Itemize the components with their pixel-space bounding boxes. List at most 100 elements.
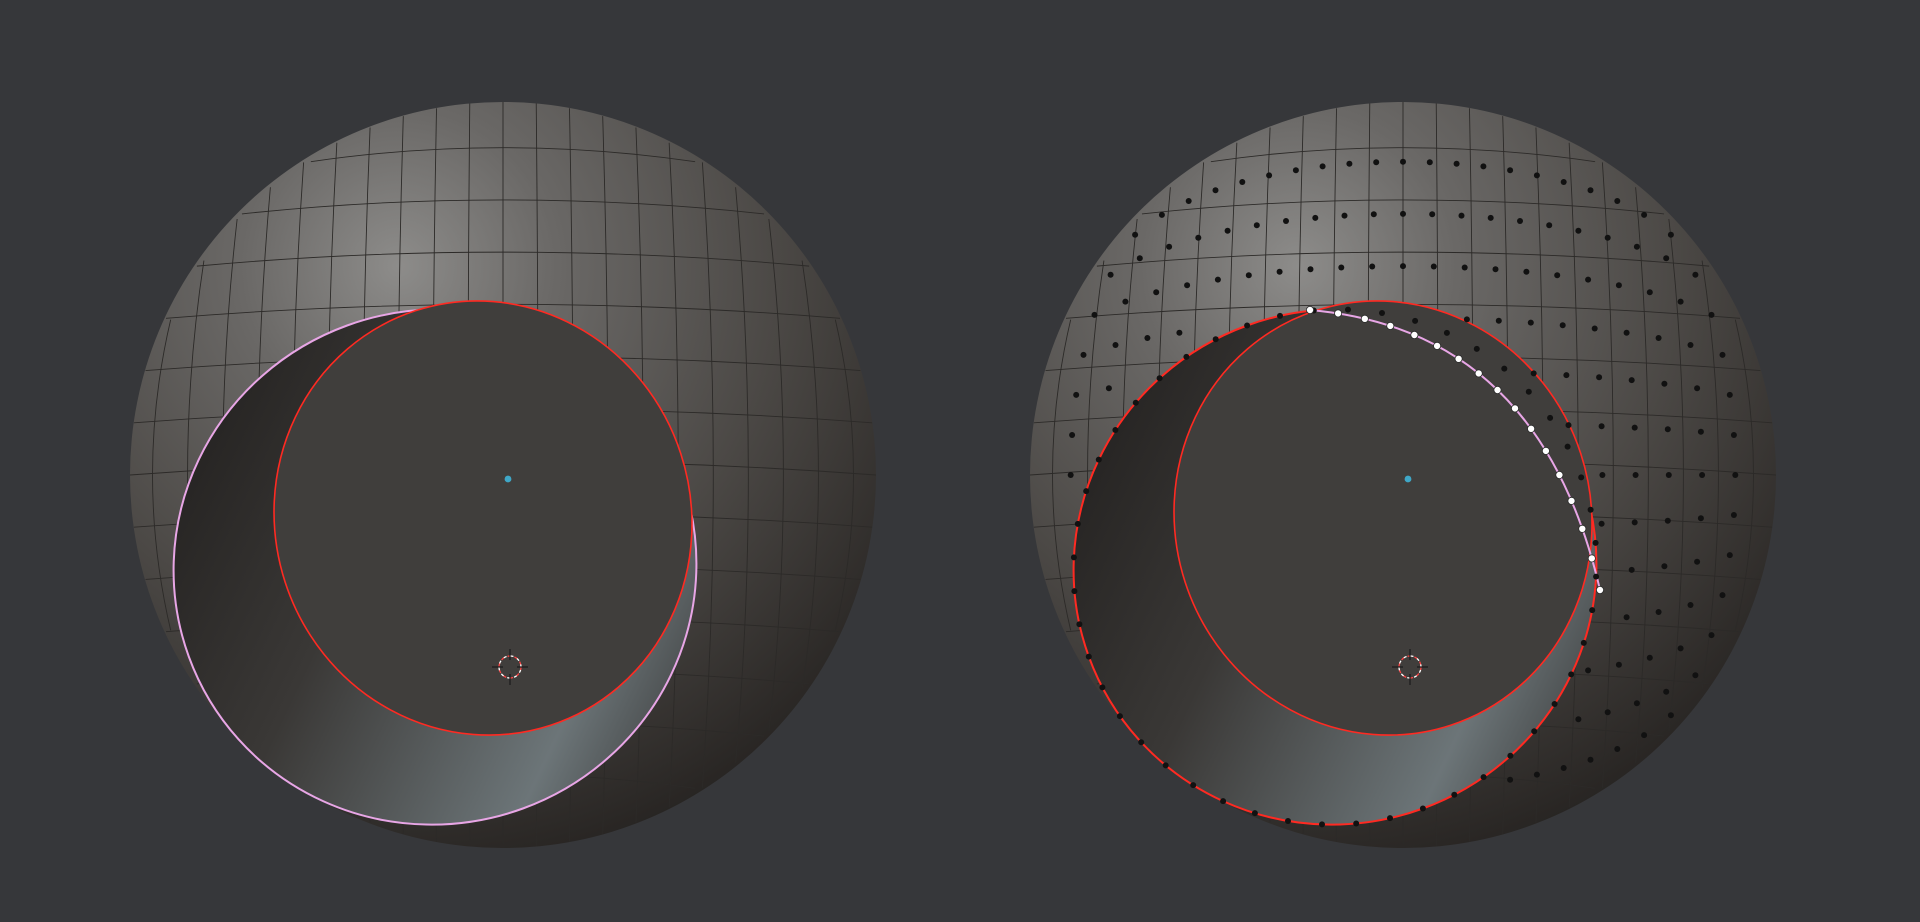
mesh-vertex[interactable] — [1136, 255, 1143, 262]
mesh-vertex[interactable] — [1239, 179, 1246, 185]
mesh-vertex[interactable] — [1338, 264, 1345, 271]
mesh-vertex[interactable] — [1480, 163, 1487, 170]
mesh-vertex[interactable] — [1615, 282, 1622, 289]
mesh-vertex[interactable] — [1726, 391, 1733, 398]
mesh-vertex[interactable] — [1628, 377, 1635, 384]
mesh-vertex[interactable] — [1661, 563, 1668, 570]
mesh-vertex[interactable] — [1507, 776, 1514, 783]
mesh-vertex[interactable] — [1073, 391, 1080, 398]
selected-vertex[interactable] — [1541, 446, 1550, 455]
mesh-vertex[interactable] — [1166, 243, 1173, 250]
mesh-vertex[interactable] — [1677, 298, 1684, 305]
rim-vertex[interactable] — [1419, 805, 1426, 812]
mesh-vertex[interactable] — [1641, 211, 1648, 218]
mesh-vertex[interactable] — [1091, 311, 1098, 318]
selected-vertex[interactable] — [1433, 341, 1442, 350]
mesh-vertex[interactable] — [1523, 268, 1530, 275]
mesh-vertex[interactable] — [1144, 335, 1151, 341]
selected-vertex[interactable] — [1360, 314, 1369, 323]
mesh-vertex[interactable] — [1719, 351, 1726, 358]
mesh-vertex[interactable] — [1067, 472, 1074, 478]
mesh-vertex[interactable] — [1487, 214, 1494, 221]
rim-vertex[interactable] — [1244, 322, 1251, 329]
mesh-vertex[interactable] — [1667, 231, 1674, 238]
mesh-vertex[interactable] — [1426, 159, 1433, 166]
rim-vertex[interactable] — [1345, 306, 1351, 313]
mesh-vertex[interactable] — [1122, 298, 1129, 305]
selected-vertex[interactable] — [1596, 586, 1605, 595]
mesh-vertex[interactable] — [1646, 289, 1653, 296]
mesh-vertex[interactable] — [1369, 263, 1376, 270]
mesh-vertex[interactable] — [1632, 472, 1639, 478]
mesh-vertex[interactable] — [1400, 263, 1406, 270]
mesh-vertex[interactable] — [1080, 351, 1087, 358]
rim-vertex[interactable] — [1116, 713, 1123, 720]
mesh-vertex[interactable] — [1245, 272, 1252, 279]
mesh-vertex[interactable] — [1599, 472, 1606, 478]
mesh-vertex[interactable] — [1687, 342, 1694, 348]
mesh-vertex[interactable] — [1665, 472, 1672, 478]
mesh-vertex[interactable] — [1560, 765, 1567, 771]
rim-vertex[interactable] — [1156, 375, 1163, 382]
rim-vertex[interactable] — [1162, 762, 1169, 769]
mesh-vertex[interactable] — [1664, 426, 1671, 433]
mesh-vertex[interactable] — [1633, 700, 1640, 707]
mesh-vertex[interactable] — [1633, 243, 1640, 250]
selected-vertex[interactable] — [1578, 524, 1587, 533]
mesh-vertex[interactable] — [1694, 558, 1701, 565]
mesh-vertex[interactable] — [1276, 268, 1283, 275]
mesh-vertex[interactable] — [1185, 198, 1192, 204]
mesh-vertex[interactable] — [1370, 211, 1377, 218]
mesh-vertex[interactable] — [1667, 712, 1674, 719]
mesh-vertex[interactable] — [1132, 231, 1139, 238]
rim-vertex[interactable] — [1070, 554, 1077, 561]
rim-vertex[interactable] — [1451, 791, 1458, 798]
mesh-vertex[interactable] — [1615, 661, 1622, 668]
rim-vertex[interactable] — [1251, 810, 1258, 817]
mesh-vertex[interactable] — [1585, 276, 1592, 283]
rim-vertex[interactable] — [1525, 388, 1532, 395]
mesh-vertex[interactable] — [1719, 592, 1726, 599]
mesh-vertex[interactable] — [1623, 329, 1630, 336]
mesh-vertex[interactable] — [1732, 472, 1739, 478]
mesh-vertex[interactable] — [1214, 276, 1221, 283]
rim-vertex[interactable] — [1564, 443, 1571, 450]
rim-vertex[interactable] — [1074, 520, 1081, 527]
mesh-vertex[interactable] — [1266, 172, 1273, 179]
mesh-vertex[interactable] — [1533, 172, 1540, 179]
mesh-vertex[interactable] — [1105, 385, 1112, 392]
mesh-vertex[interactable] — [1677, 645, 1684, 652]
mesh-vertex[interactable] — [1596, 374, 1603, 381]
selected-vertex[interactable] — [1567, 496, 1576, 505]
mesh-vertex[interactable] — [1697, 428, 1704, 435]
mesh-vertex[interactable] — [1530, 370, 1537, 377]
rim-vertex[interactable] — [1095, 456, 1102, 463]
rim-vertex[interactable] — [1501, 365, 1508, 372]
mesh-vertex[interactable] — [1533, 771, 1540, 778]
mesh-vertex[interactable] — [1598, 520, 1605, 527]
rim-vertex[interactable] — [1507, 752, 1514, 759]
mesh-vertex[interactable] — [1631, 424, 1638, 431]
mesh-vertex[interactable] — [1575, 227, 1582, 234]
mesh-vertex[interactable] — [1565, 422, 1572, 429]
right-sphere-mesh[interactable] — [1001, 102, 1776, 898]
mesh-vertex[interactable] — [1373, 159, 1380, 166]
rim-vertex[interactable] — [1587, 506, 1594, 513]
rim-vertex[interactable] — [1085, 653, 1092, 660]
rim-vertex[interactable] — [1412, 317, 1419, 324]
mesh-vertex[interactable] — [1708, 632, 1715, 639]
rim-vertex[interactable] — [1443, 329, 1450, 336]
rim-vertex[interactable] — [1190, 782, 1197, 789]
rim-vertex[interactable] — [1083, 488, 1090, 495]
mesh-vertex[interactable] — [1697, 515, 1704, 522]
mesh-vertex[interactable] — [1463, 316, 1470, 323]
mesh-vertex[interactable] — [1153, 289, 1160, 296]
mesh-vertex[interactable] — [1253, 222, 1260, 229]
mesh-vertex[interactable] — [1708, 311, 1715, 318]
mesh-vertex[interactable] — [1461, 264, 1468, 271]
selected-vertex[interactable] — [1527, 424, 1536, 433]
mesh-vertex[interactable] — [1628, 566, 1635, 573]
rim-vertex[interactable] — [1531, 728, 1538, 735]
mesh-vertex[interactable] — [1641, 732, 1648, 739]
mesh-vertex[interactable] — [1598, 423, 1605, 430]
